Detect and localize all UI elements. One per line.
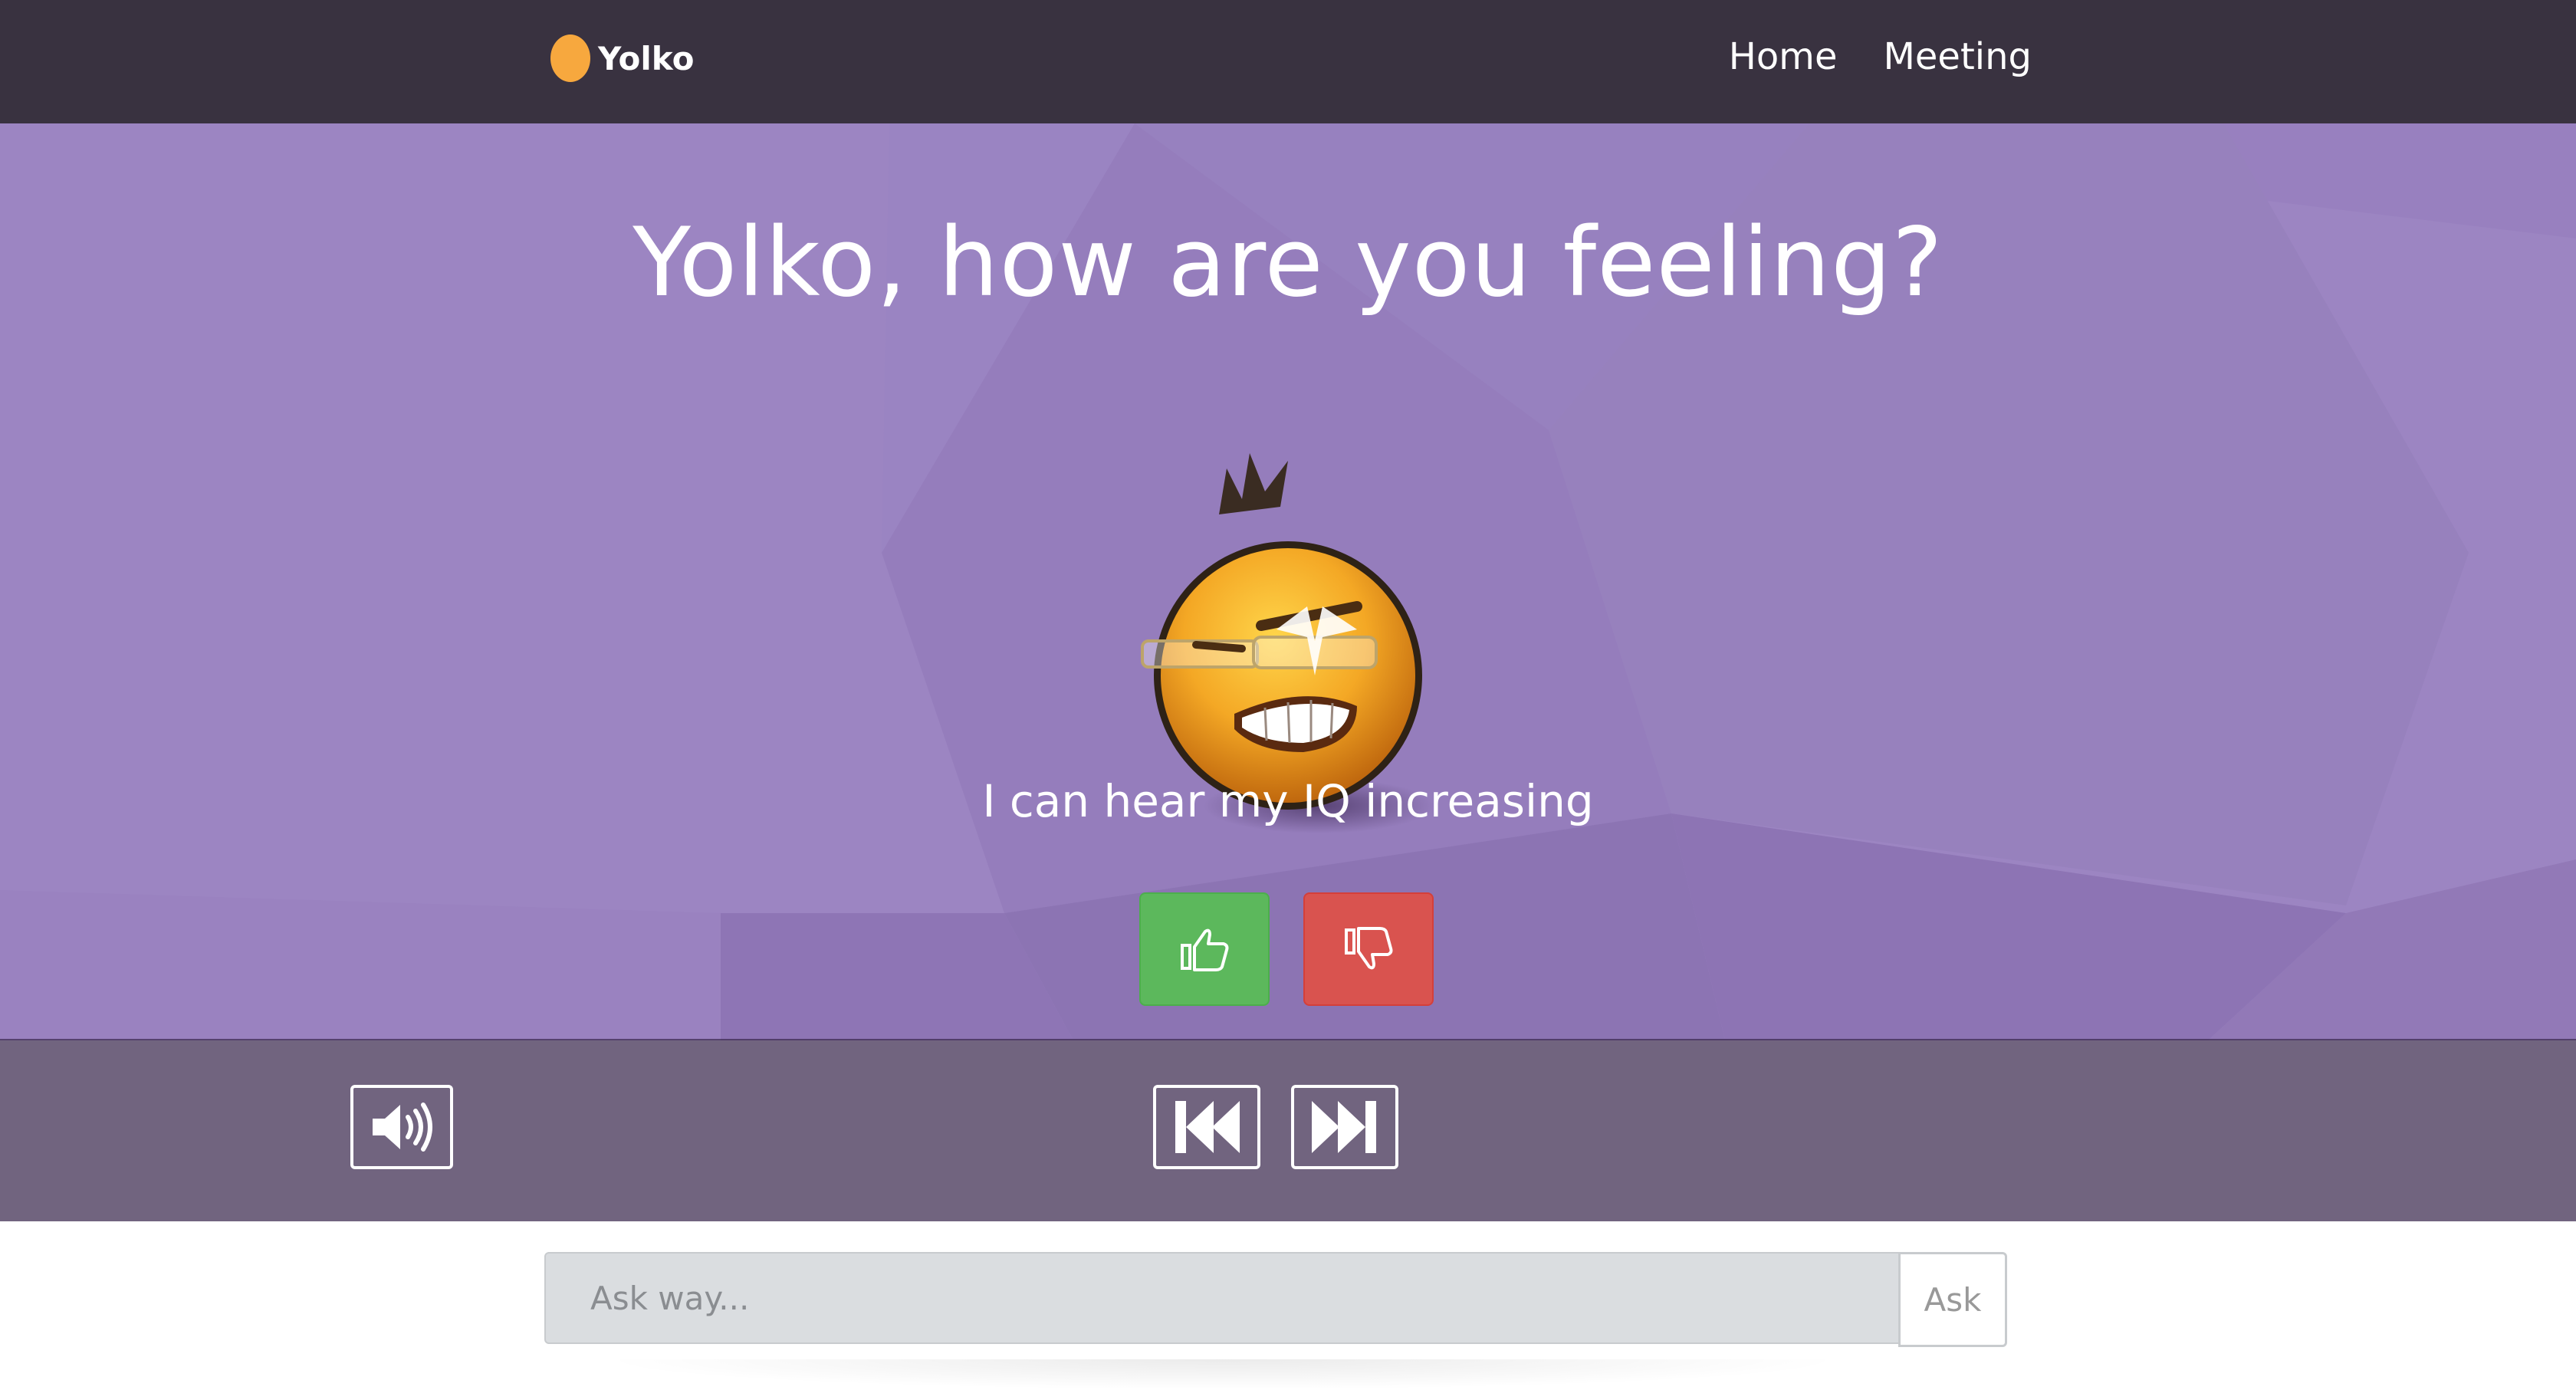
ask-bar: Ask <box>0 1221 2576 1390</box>
egg-logo-icon <box>550 35 590 82</box>
thumbs-up-button[interactable] <box>1139 892 1270 1006</box>
next-button[interactable] <box>1291 1085 1398 1169</box>
nav-home-link[interactable]: Home <box>1729 35 1838 78</box>
skip-next-icon <box>1312 1101 1376 1153</box>
thumbs-down-button[interactable] <box>1303 892 1434 1006</box>
nav-links: Home Meeting <box>1729 35 2032 78</box>
navbar: Yolko Home Meeting <box>0 0 2576 123</box>
nav-meeting-link[interactable]: Meeting <box>1883 35 2032 78</box>
previous-button[interactable] <box>1153 1085 1260 1169</box>
skip-previous-icon <box>1175 1101 1240 1153</box>
brand-name: Yolko <box>598 39 695 77</box>
page-title: Yolko, how are you feeling? <box>632 208 1944 318</box>
ask-input[interactable] <box>544 1252 1901 1344</box>
mood-caption: I can hear my IQ increasing <box>982 775 1594 827</box>
ask-shadow <box>598 1359 1848 1390</box>
ask-button[interactable]: Ask <box>1898 1252 2007 1347</box>
player-controls <box>0 1039 2576 1221</box>
speaker-volume-icon <box>373 1102 432 1152</box>
brand[interactable]: Yolko <box>550 34 694 83</box>
hero-section: Yolko, how are you feeling? I can hear m… <box>0 123 2576 1040</box>
speaker-button[interactable] <box>350 1085 453 1169</box>
thumbs-down-icon <box>1345 927 1393 970</box>
thumbs-up-icon <box>1181 928 1229 971</box>
